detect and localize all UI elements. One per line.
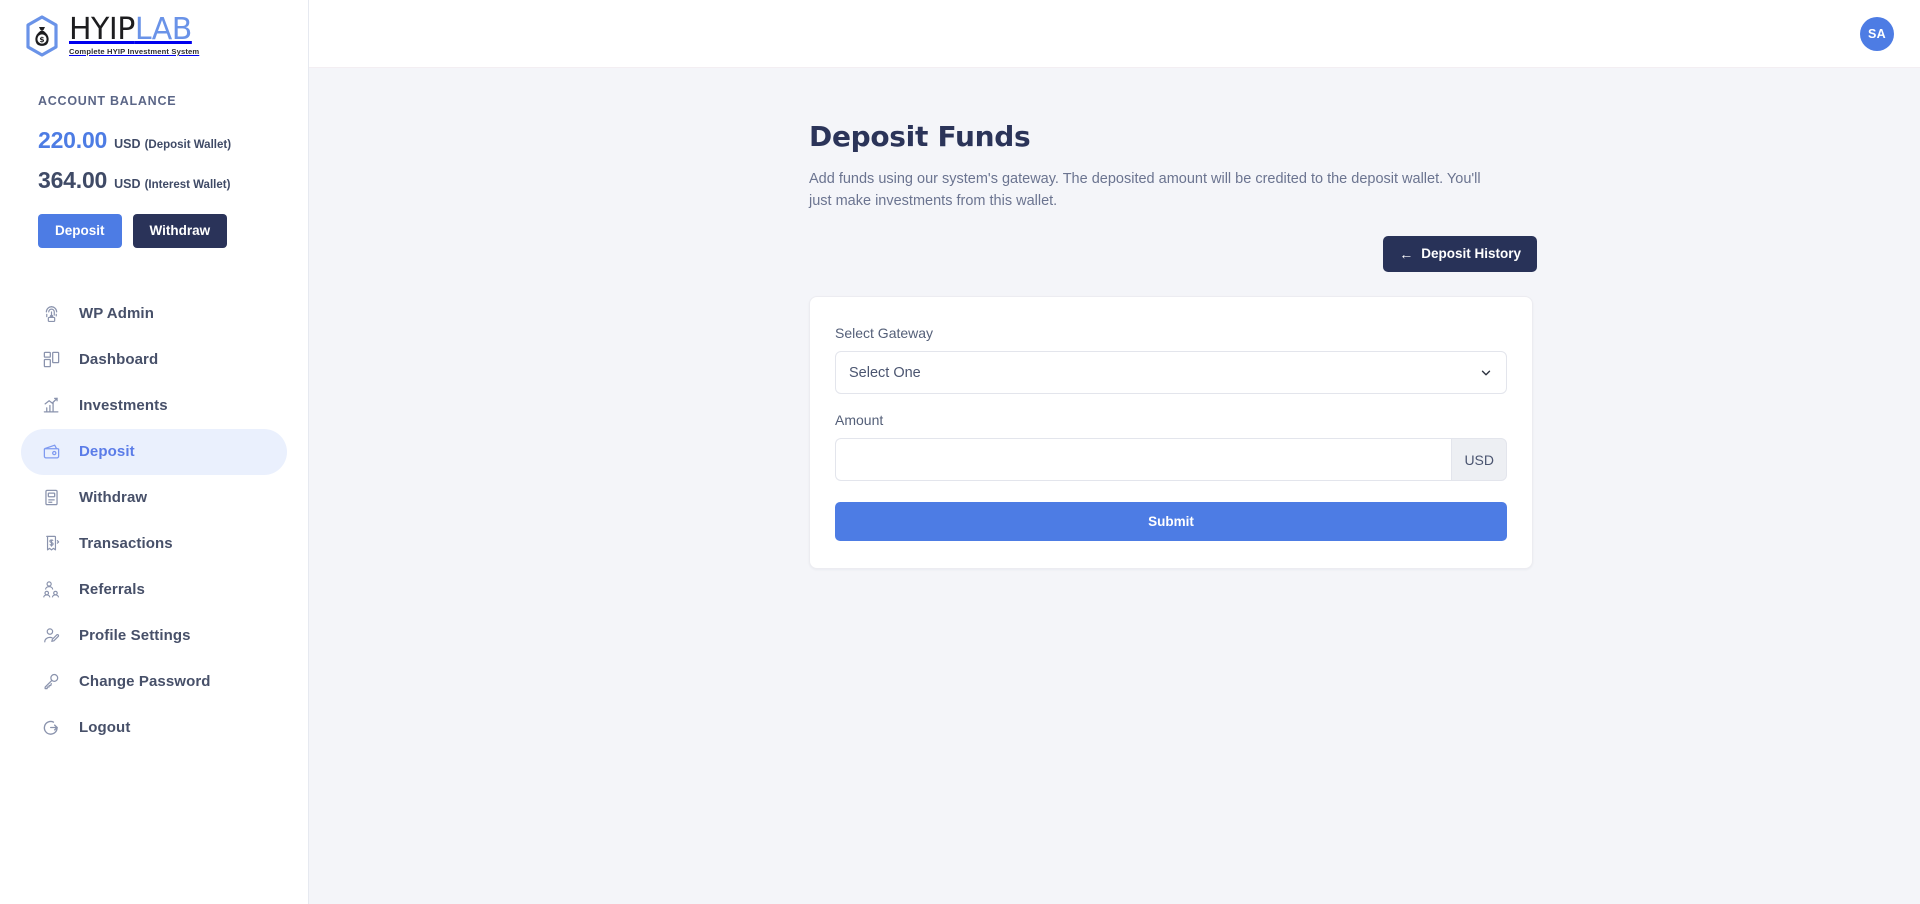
sidebar-item-logout[interactable]: Logout: [21, 705, 287, 751]
history-button-row: ← Deposit History: [809, 236, 1537, 272]
sidebar-item-deposit[interactable]: Deposit: [21, 428, 287, 475]
page-title: Deposit Funds: [809, 120, 1031, 153]
bar-chart-icon: [41, 396, 61, 416]
main-area: SA Deposit Funds Add funds using our sys…: [309, 0, 1920, 904]
gateway-label: Select Gateway: [835, 325, 934, 341]
people-network-icon: [41, 580, 61, 600]
arrow-left-icon: ←: [1399, 246, 1414, 262]
brand-logo[interactable]: $ HYIPLAB Complete HYIP Investment Syste…: [22, 14, 199, 58]
deposit-history-button[interactable]: ← Deposit History: [1383, 236, 1537, 272]
key-icon: [41, 672, 61, 692]
sidebar-item-transactions[interactable]: Transactions: [21, 521, 287, 567]
withdraw-button[interactable]: Withdraw: [132, 214, 228, 248]
grid-layout-icon: [41, 350, 61, 370]
topbar: SA: [309, 0, 1920, 68]
deposit-wallet-amount: 220.00: [38, 127, 108, 153]
wallet-icon: [41, 442, 61, 462]
currency-addon: USD: [1451, 438, 1507, 481]
sidebar-item-label: Dashboard: [79, 351, 159, 368]
account-balance-label: ACCOUNT BALANCE: [38, 94, 177, 108]
amount-field: Amount USD: [835, 412, 1507, 481]
sidebar-item-label: Deposit: [79, 443, 135, 460]
page-content: Deposit Funds Add funds using our system…: [309, 68, 1920, 904]
gateway-field: Select Gateway Select One: [835, 325, 1507, 394]
svg-text:$: $: [39, 35, 44, 44]
amount-label: Amount: [835, 412, 884, 428]
sidebar-item-label: Profile Settings: [79, 627, 191, 644]
amount-input-group: USD: [835, 438, 1507, 481]
logo-area: $ HYIPLAB Complete HYIP Investment Syste…: [0, 0, 308, 72]
atm-machine-icon: [41, 488, 61, 508]
sidebar-item-investments[interactable]: Investments: [21, 383, 287, 429]
logo-word-secondary: LAB: [134, 12, 193, 47]
logo-text: HYIPLAB Complete HYIP Investment System: [69, 15, 200, 57]
sidebar-item-wp-admin[interactable]: WP Admin: [21, 291, 287, 337]
logout-icon: [41, 718, 61, 738]
logo-wordmark: HYIPLAB: [69, 15, 192, 45]
interest-wallet-amount: 364.00: [38, 167, 108, 193]
interest-wallet-currency: USD: [114, 177, 141, 191]
sidebar-item-label: Transactions: [79, 535, 173, 552]
logo-tagline: Complete HYIP Investment System: [69, 47, 200, 56]
sidebar-item-label: Investments: [79, 397, 168, 414]
sidebar-item-dashboard[interactable]: Dashboard: [21, 337, 287, 383]
money-bag-hexagon-icon: $: [22, 14, 62, 58]
sidebar: $ HYIPLAB Complete HYIP Investment Syste…: [0, 0, 309, 904]
interest-wallet-row: 364.00 USD (Interest Wallet): [38, 167, 308, 194]
receipt-money-icon: [41, 534, 61, 554]
deposit-button[interactable]: Deposit: [38, 214, 122, 248]
balance-actions: Deposit Withdraw: [38, 214, 308, 248]
sidebar-item-label: Referrals: [79, 581, 145, 598]
interest-wallet-name: (Interest Wallet): [144, 179, 231, 191]
avatar[interactable]: SA: [1860, 16, 1894, 51]
submit-button[interactable]: Submit: [835, 502, 1507, 541]
sidebar-item-label: Logout: [79, 719, 131, 736]
gateway-select-wrapper: Select One: [835, 351, 1507, 394]
sidebar-item-label: WP Admin: [79, 305, 154, 322]
fingerprint-icon: [41, 304, 61, 324]
content-container: Deposit Funds Add funds using our system…: [809, 120, 1537, 569]
sidebar-item-profile-settings[interactable]: Profile Settings: [21, 613, 287, 659]
deposit-wallet-row: 220.00 USD (Deposit Wallet): [38, 127, 308, 154]
sidebar-item-referrals[interactable]: Referrals: [21, 567, 287, 613]
deposit-wallet-currency: USD: [114, 137, 141, 151]
sidebar-item-label: Withdraw: [79, 489, 148, 506]
sidebar-item-label: Change Password: [79, 673, 211, 690]
page-description: Add funds using our system's gateway. Th…: [809, 171, 1481, 209]
sidebar-nav: WP Admin Dashboard Investments Deposit W…: [0, 291, 308, 751]
logo-word-primary: HYIP: [69, 12, 135, 47]
user-edit-icon: [41, 626, 61, 646]
deposit-history-button-label: Deposit History: [1421, 246, 1521, 262]
sidebar-item-withdraw[interactable]: Withdraw: [21, 475, 287, 521]
gateway-select[interactable]: Select One: [835, 351, 1507, 394]
sidebar-item-change-password[interactable]: Change Password: [21, 659, 287, 705]
account-balance-block: ACCOUNT BALANCE 220.00 USD (Deposit Wall…: [0, 72, 308, 248]
deposit-form-card: Select Gateway Select One Amount USD Sub…: [809, 296, 1533, 569]
amount-input[interactable]: [835, 438, 1452, 481]
app-root: $ HYIPLAB Complete HYIP Investment Syste…: [0, 0, 1920, 904]
deposit-wallet-name: (Deposit Wallet): [144, 139, 232, 151]
